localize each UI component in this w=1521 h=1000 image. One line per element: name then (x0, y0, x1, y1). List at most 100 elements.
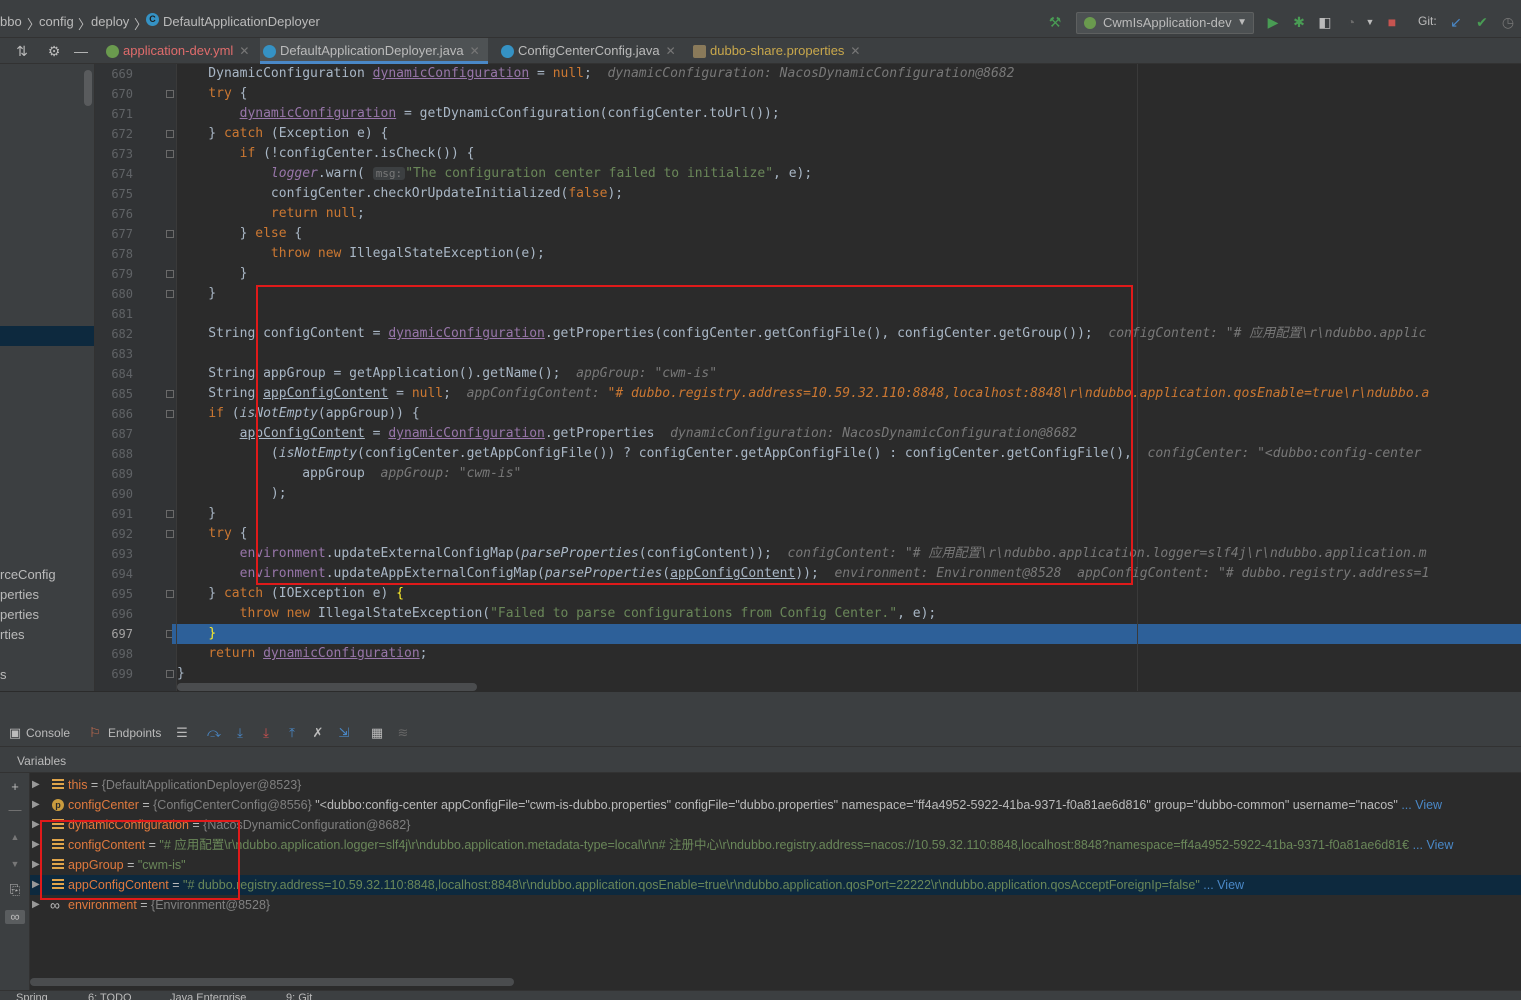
stop-icon[interactable]: ■ (1384, 14, 1400, 30)
run-configuration-select[interactable]: CwmIsApplication-dev ▼ (1076, 12, 1254, 34)
tool-window-spring[interactable]: Spring (16, 992, 48, 1000)
view-link[interactable]: ... View (1398, 798, 1442, 812)
copy-icon[interactable]: ⎘ (8, 883, 22, 897)
variable-row[interactable]: ▶ appConfigContent = "# dubbo.registry.ad… (30, 875, 1521, 895)
git-history-clock-icon[interactable]: ◷ (1500, 14, 1516, 30)
fold-marker-icon[interactable] (166, 270, 174, 278)
fold-marker-icon[interactable] (166, 150, 174, 158)
force-step-into-icon[interactable]: ⤓ (259, 725, 273, 741)
git-commit-check-icon[interactable]: ✔ (1474, 14, 1490, 30)
fold-marker-icon[interactable] (166, 670, 174, 678)
gear-icon[interactable]: ⚙ (46, 43, 62, 59)
step-over-icon[interactable]: ⤼ (207, 725, 221, 741)
code-line: if (!configCenter.isCheck()) { (239, 146, 475, 161)
fold-marker-icon[interactable] (166, 90, 174, 98)
line-number: 694 (111, 567, 133, 581)
variable-row[interactable]: ▶ this = {DefaultApplicationDeployer@8523… (30, 775, 1521, 795)
tab-application-dev-yml[interactable]: application-dev.yml ✕ (103, 38, 249, 64)
expand-arrow-icon[interactable]: ▶ (32, 815, 40, 835)
collapse-all-icon[interactable]: ⇅ (14, 43, 30, 59)
right-margin-guide (1137, 64, 1138, 691)
variable-row[interactable]: ▶ configContent = "# 应用配置\r\ndubbo.applic… (30, 835, 1521, 855)
close-icon[interactable]: ✕ (666, 44, 676, 58)
breadcrumb-item[interactable]: bbo (0, 14, 22, 29)
close-icon[interactable]: ✕ (470, 44, 480, 58)
breadcrumb-item[interactable]: config (39, 14, 74, 29)
profiler-icon[interactable]: ◔ (1343, 14, 1359, 30)
tab-label: dubbo-share.properties (710, 43, 845, 58)
tree-item[interactable]: perties (0, 585, 39, 605)
tab-dubbo-share-properties[interactable]: dubbo-share.properties ✕ (690, 38, 860, 64)
horizontal-scrollbar[interactable] (30, 978, 514, 986)
line-number: 675 (111, 187, 133, 201)
variables-tree[interactable]: ▶ this = {DefaultApplicationDeployer@8523… (30, 773, 1521, 990)
panel-splitter[interactable] (0, 691, 1521, 719)
tab-config-center-config[interactable]: ConfigCenterConfig.java ✕ (498, 38, 676, 64)
run-icon[interactable]: ▶ (1265, 14, 1281, 30)
breadcrumb-item[interactable]: deploy (91, 14, 129, 29)
variable-row[interactable]: ▶ p configCenter = {ConfigCenterConfig@855… (30, 795, 1521, 815)
endpoints-tab[interactable]: Endpoints (108, 725, 161, 741)
expand-arrow-icon[interactable]: ▶ (32, 795, 40, 815)
variable-row[interactable]: ▶ dynamicConfiguration = {NacosDynamicCon… (30, 815, 1521, 835)
expand-arrow-icon[interactable]: ▶ (32, 835, 40, 855)
fold-marker-icon[interactable] (166, 130, 174, 138)
view-link[interactable]: ... View (1200, 878, 1244, 892)
step-into-icon[interactable]: ⤓ (233, 725, 247, 741)
close-icon[interactable]: ✕ (239, 44, 249, 58)
fold-marker-icon[interactable] (166, 290, 174, 298)
git-update-icon[interactable]: ↙ (1448, 14, 1464, 30)
evaluate-expression-icon[interactable]: ▦ (370, 725, 384, 741)
console-icon: ▣ (8, 725, 22, 740)
debug-bug-icon[interactable]: ✱ (1291, 14, 1307, 30)
variable-value: "# dubbo.registry.address=10.59.32.110:8… (183, 878, 1200, 892)
move-up-icon[interactable]: ▲ (8, 830, 22, 844)
tool-window-java-enterprise[interactable]: Java Enterprise (170, 992, 246, 1000)
code-line: return null; (270, 206, 365, 221)
variable-row[interactable]: ▶ ∞ environment = {Environment@8528} (30, 895, 1521, 915)
minimize-icon[interactable]: — (73, 43, 89, 59)
chevron-down-icon[interactable]: ▼ (1362, 14, 1378, 30)
tree-item[interactable]: s (0, 665, 7, 685)
tool-window-todo[interactable]: 6: TODO (88, 992, 132, 1000)
console-tab[interactable]: Console (26, 725, 70, 741)
remove-watch-icon[interactable]: — (8, 803, 22, 817)
step-out-icon[interactable]: ⤒ (285, 725, 299, 741)
run-configuration-label: CwmIsApplication-dev (1103, 15, 1232, 30)
fold-marker-icon[interactable] (166, 230, 174, 238)
menu-lines-icon[interactable]: ☰ (175, 725, 189, 741)
run-to-cursor-icon[interactable]: ⇲ (337, 725, 351, 741)
expand-arrow-icon[interactable]: ▶ (32, 895, 40, 915)
fold-marker-icon[interactable] (166, 410, 174, 418)
coverage-icon[interactable]: ◧ (1317, 14, 1333, 30)
expand-arrow-icon[interactable]: ▶ (32, 775, 40, 795)
trace-icon[interactable]: ≋ (396, 725, 410, 741)
move-down-icon[interactable]: ▼ (8, 857, 22, 871)
fold-marker-icon[interactable] (166, 590, 174, 598)
tree-item[interactable]: rceConfig (0, 565, 56, 585)
fold-marker-icon[interactable] (166, 530, 174, 538)
add-watch-icon[interactable]: + (8, 780, 22, 794)
code-line: try { (208, 86, 248, 101)
tree-item[interactable]: perties (0, 605, 39, 625)
tab-label: ConfigCenterConfig.java (518, 43, 660, 58)
tree-item[interactable]: rties (0, 625, 25, 645)
tool-window-git[interactable]: 9: Git (286, 992, 312, 1000)
variable-row[interactable]: ▶ appGroup = "cwm-is" (30, 855, 1521, 875)
build-hammer-icon[interactable]: ⚒ (1047, 14, 1063, 30)
line-number-gutter[interactable]: 669 670 671 672 673 674 675 676 677 678 679 680 681 6… (95, 64, 177, 691)
expand-arrow-icon[interactable]: ▶ (32, 855, 40, 875)
view-link[interactable]: ... View (1409, 838, 1454, 852)
fold-marker-icon[interactable] (166, 510, 174, 518)
breadcrumb-item-current[interactable]: DefaultApplicationDeployer (163, 14, 320, 29)
selected-tree-row[interactable] (0, 326, 94, 346)
horizontal-scrollbar[interactable] (177, 683, 477, 691)
vertical-scrollbar[interactable] (84, 70, 92, 106)
close-icon[interactable]: ✕ (850, 44, 860, 58)
tab-default-application-deployer[interactable]: DefaultApplicationDeployer.java ✕ (260, 38, 488, 64)
code-line: configCenter.checkOrUpdateInitialized(fa… (177, 186, 624, 201)
infinity-icon[interactable]: ∞ (5, 910, 25, 924)
drop-frame-icon[interactable]: ✗ (311, 725, 325, 741)
expand-arrow-icon[interactable]: ▶ (32, 875, 40, 895)
fold-marker-icon[interactable] (166, 390, 174, 398)
